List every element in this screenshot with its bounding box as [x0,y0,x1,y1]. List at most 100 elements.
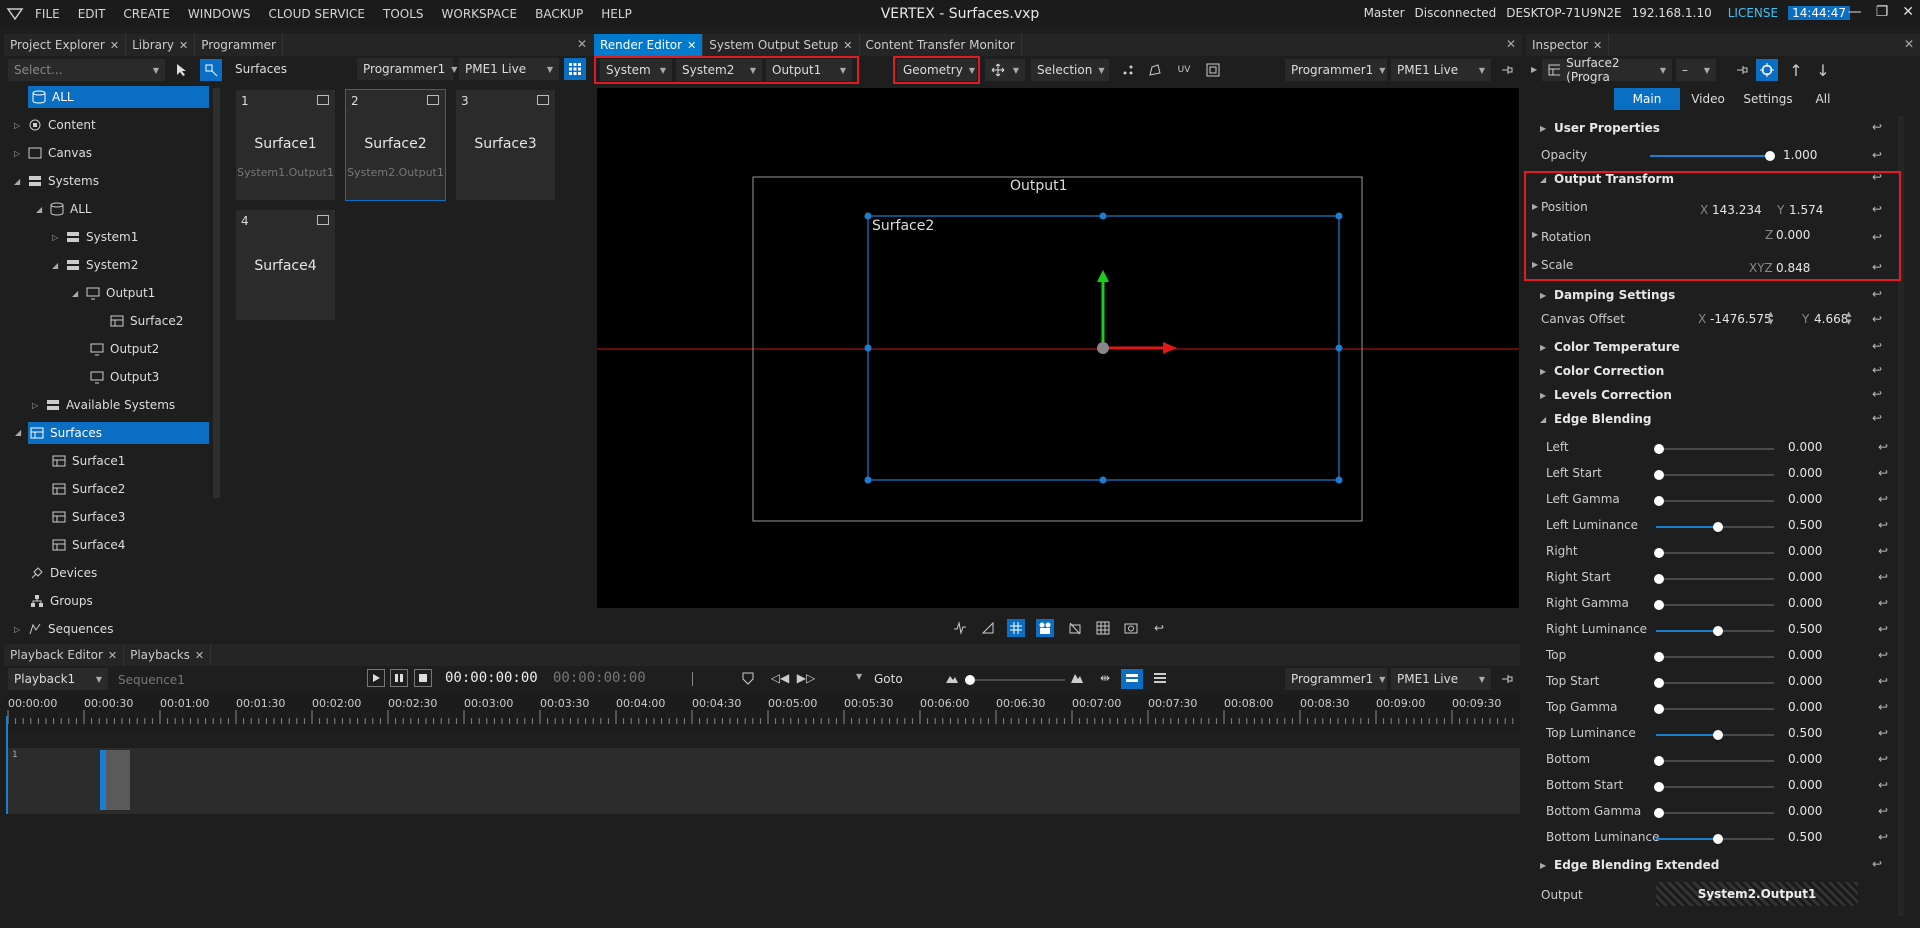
edge-slider[interactable] [1654,782,1774,792]
reset-icon[interactable]: ↩ [1872,339,1882,353]
goto-button[interactable]: Goto [874,672,903,686]
camera-icon[interactable] [1036,619,1054,637]
tree-item-content[interactable]: ▷ Content [14,114,96,136]
snap-points-icon[interactable] [1119,61,1137,79]
zoom-in-icon[interactable] [1068,669,1086,687]
rotation-z-value[interactable]: 0.000 [1776,228,1810,242]
close-icon[interactable]: ✕ [1593,39,1602,52]
uv-icon[interactable]: UV [1175,61,1193,79]
prev-cue-icon[interactable]: ◁◀ [771,669,789,687]
reset-icon[interactable]: ↩ [1878,830,1888,844]
close-icon[interactable]: ✕ [110,39,119,52]
tree-item-sequences[interactable]: ▷ Sequences [14,618,113,640]
output-value-field[interactable]: System2.Output1 [1656,882,1858,906]
close-icon[interactable]: ✕ [1506,37,1516,51]
menu-edit[interactable]: EDIT [69,7,115,21]
edge-value[interactable]: 0.000 [1788,752,1822,766]
zoom-out-icon[interactable] [943,669,961,687]
fit-timeline-icon[interactable]: ⇹ [1096,669,1114,687]
slider-knob[interactable] [1765,151,1775,161]
menu-create[interactable]: CREATE [114,7,179,21]
close-icon[interactable]: ✕ [108,649,117,662]
maximize-button[interactable]: ❐ [1876,4,1889,20]
marker-icon[interactable] [739,669,757,687]
waveform-icon[interactable] [951,619,969,637]
close-icon[interactable]: ✕ [687,39,696,52]
subtab-main[interactable]: Main [1614,88,1680,110]
slider-knob[interactable] [1654,652,1664,662]
reset-icon[interactable]: ↩ [1872,170,1882,184]
tree-item-systems-all[interactable]: ◢ ALL [36,198,92,220]
tab-playbacks[interactable]: Playbacks ✕ [124,644,212,666]
tab-render-editor[interactable]: Render Editor ✕ [594,34,704,56]
tree-item-system2[interactable]: ◢ System2 [52,254,138,276]
tree-item-canvas[interactable]: ▷ Canvas [14,142,92,164]
cue-block[interactable] [100,750,130,810]
playback-dropdown[interactable]: Playback1 ▼ [8,668,108,690]
section-user-properties[interactable]: ▶ User Properties [1540,121,1660,135]
tree-item-surface2[interactable]: Surface2 [52,478,125,500]
edge-value[interactable]: 0.000 [1788,700,1822,714]
reset-icon[interactable]: ↩ [1872,202,1882,216]
reset-icon[interactable]: ↩ [1872,363,1882,377]
canvas-offset-x-value[interactable]: -1476.575 [1710,312,1772,326]
menu-file[interactable]: FILE [26,7,69,21]
slider-knob[interactable] [1713,522,1723,532]
reset-icon[interactable]: ↩ [1878,544,1888,558]
close-icon[interactable]: ✕ [179,39,188,52]
next-cue-icon[interactable]: ▶▷ [797,669,815,687]
edge-slider[interactable] [1654,600,1774,610]
arrow-down-icon[interactable]: ↓ [1814,61,1832,80]
close-window-button[interactable]: ✕ [1902,4,1914,20]
tree-item-output1[interactable]: ◢ Output1 [72,282,155,304]
render-programmer-dropdown[interactable]: Programmer1 ▼ [1285,59,1387,81]
arrow-up-icon[interactable]: ↑ [1787,61,1805,80]
reset-icon[interactable]: ↩ [1878,518,1888,532]
edge-slider[interactable] [1656,626,1774,636]
slider-knob[interactable] [1654,782,1664,792]
slider-knob[interactable] [1654,808,1664,818]
edge-value[interactable]: 0.000 [1788,492,1822,506]
edge-value[interactable]: 0.500 [1788,726,1822,740]
tree-item-systems[interactable]: ◢ Systems [14,170,99,192]
collapse-arrow-icon[interactable]: ◢ [72,289,80,298]
edge-value[interactable]: 0.000 [1788,596,1822,610]
slider-knob[interactable] [1654,470,1664,480]
hide-icon[interactable] [1066,619,1084,637]
subtab-video[interactable]: Video [1680,88,1736,110]
tab-project-explorer[interactable]: Project Explorer ✕ [4,34,127,56]
tree-item-devices[interactable]: Devices [30,562,97,584]
edge-slider[interactable] [1654,444,1774,454]
surface-tile-4[interactable]: 4 Surface4 [236,210,335,320]
canvas-offset-y-value[interactable]: 4.668 [1814,312,1848,326]
reset-icon[interactable]: ↩ [1872,120,1882,134]
section-edge-blending-extended[interactable]: ▶ Edge Blending Extended [1540,858,1719,872]
slider-knob[interactable] [1654,548,1664,558]
reset-icon[interactable]: ↩ [1878,778,1888,792]
slider-knob[interactable] [1654,756,1664,766]
explorer-scrollbar[interactable] [213,88,220,498]
tree-item-all[interactable]: ALL [28,86,209,108]
transform-mode-dropdown[interactable]: ▼ [985,59,1025,81]
zoom-slider[interactable] [965,675,1065,685]
reset-icon[interactable]: ↩ [1872,260,1882,274]
edge-slider[interactable] [1654,808,1774,818]
section-output-transform[interactable]: ◢ Output Transform [1540,172,1674,186]
edge-slider[interactable] [1654,548,1774,558]
tab-content-transfer-monitor[interactable]: Content Transfer Monitor [860,34,1022,56]
reset-icon[interactable]: ↩ [1872,411,1882,425]
render-live-dropdown[interactable]: PME1 Live ▼ [1391,59,1491,81]
close-icon[interactable]: ✕ [1904,37,1914,51]
section-color-correction[interactable]: ▶ Color Correction [1540,364,1664,378]
edge-value[interactable]: 0.000 [1788,440,1822,454]
close-icon[interactable]: ✕ [577,37,587,51]
expand-arrow-icon[interactable]: ▷ [14,121,22,130]
reset-icon[interactable]: ↩ [1878,648,1888,662]
table-icon[interactable] [1094,619,1112,637]
license-link[interactable]: LICENSE [1728,6,1778,20]
minimize-button[interactable]: — [1848,4,1862,20]
tree-item-output3[interactable]: Output3 [90,366,159,388]
menu-workspace[interactable]: WORKSPACE [433,7,527,21]
reset-icon[interactable]: ↩ [1872,148,1882,162]
playback-live-dropdown[interactable]: PME1 Live ▼ [1391,668,1491,690]
